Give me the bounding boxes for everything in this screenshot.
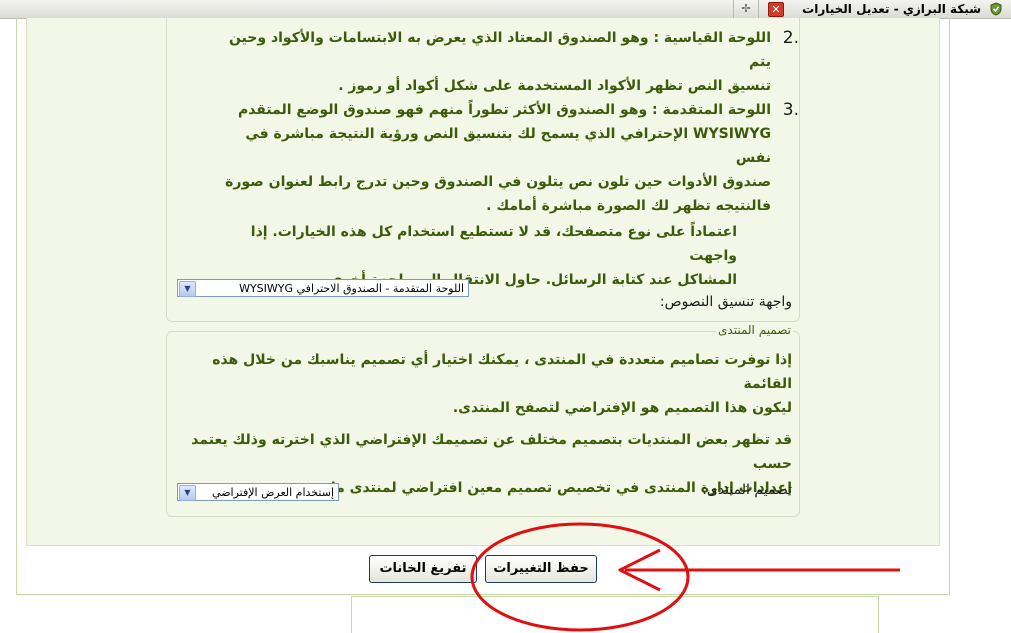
reset-button[interactable]: تفريغ الخانات <box>369 555 477 583</box>
editor-options-list: .2 اللوحة القياسية : وهو الصندوق المعتاد… <box>211 26 799 218</box>
list-item: .2 اللوحة القياسية : وهو الصندوق المعتاد… <box>211 26 799 98</box>
new-tab-icon[interactable]: ✢ <box>733 0 759 18</box>
forum-design-description: إذا توفرت تصاميم متعددة في المنتدى ، يمك… <box>182 348 792 420</box>
editor-interface-value: اللوحة المتقدمة - الصندوق الاحترافي WYSI… <box>239 282 464 295</box>
list-item-line: صندوق الأدوات حين تلون نص يتلون في الصند… <box>225 174 771 190</box>
list-item-line: تنسيق النص تظهر الأكواد المستخدمة على شك… <box>338 78 771 94</box>
list-item-line: اللوحة المتقدمة : وهو الصندوق الأكثر تطو… <box>237 102 771 118</box>
list-item: .3 اللوحة المتقدمة : وهو الصندوق الأكثر … <box>211 98 799 218</box>
forum-design-fieldset: تصميم المنتدى إذا توفرت تصاميم متعددة في… <box>166 323 800 517</box>
editor-options-fieldset: .2 اللوحة القياسية : وهو الصندوق المعتاد… <box>166 18 800 322</box>
description-line: ليكون هذا التصميم هو الإفتراضي لتصفح الم… <box>452 400 792 416</box>
list-item-line: فالنتيجه تظهر لك الصورة مباشرة أمامك . <box>486 198 771 214</box>
browser-tab-bar: ✢ ✕ شبكة البرازي - تعديل الخيارات <box>0 0 1011 19</box>
note-line: قد تظهر بعض المنتديات بتصميم مختلف عن تص… <box>191 432 792 472</box>
chevron-down-icon[interactable]: ▼ <box>179 281 196 297</box>
close-tab-icon[interactable]: ✕ <box>768 2 784 17</box>
editor-interface-select[interactable]: اللوحة المتقدمة - الصندوق الاحترافي WYSI… <box>177 279 469 297</box>
editor-interface-label: واجهة تنسيق النصوص: <box>659 294 792 310</box>
forum-design-legend: تصميم المنتدى <box>716 323 793 337</box>
list-item-number: .2 <box>782 28 799 48</box>
list-item-line: اللوحة القياسية : وهو الصندوق المعتاد ال… <box>228 30 771 70</box>
chevron-down-icon[interactable]: ▼ <box>179 485 196 501</box>
tab-title[interactable]: شبكة البرازي - تعديل الخيارات <box>802 1 981 17</box>
list-item-number: .3 <box>782 100 799 120</box>
footer-box <box>351 596 879 633</box>
save-button[interactable]: حفظ التغييرات <box>485 555 597 583</box>
forum-design-label: تصميم المنتدى: <box>702 482 792 498</box>
forum-design-select[interactable]: إستخدام العرض الإفتراضي ▼ <box>177 483 339 501</box>
compat-note-line: اعتماداً على نوع متصفحك، قد لا تستطيع اس… <box>250 224 737 264</box>
site-favicon-icon <box>990 2 1002 16</box>
forum-design-value: إستخدام العرض الإفتراضي <box>212 486 334 499</box>
description-line: إذا توفرت تصاميم متعددة في المنتدى ، يمك… <box>212 352 792 392</box>
list-item-line: WYSIWYG الإحترافي الذي يسمح لك بتنسيق ال… <box>245 126 771 166</box>
